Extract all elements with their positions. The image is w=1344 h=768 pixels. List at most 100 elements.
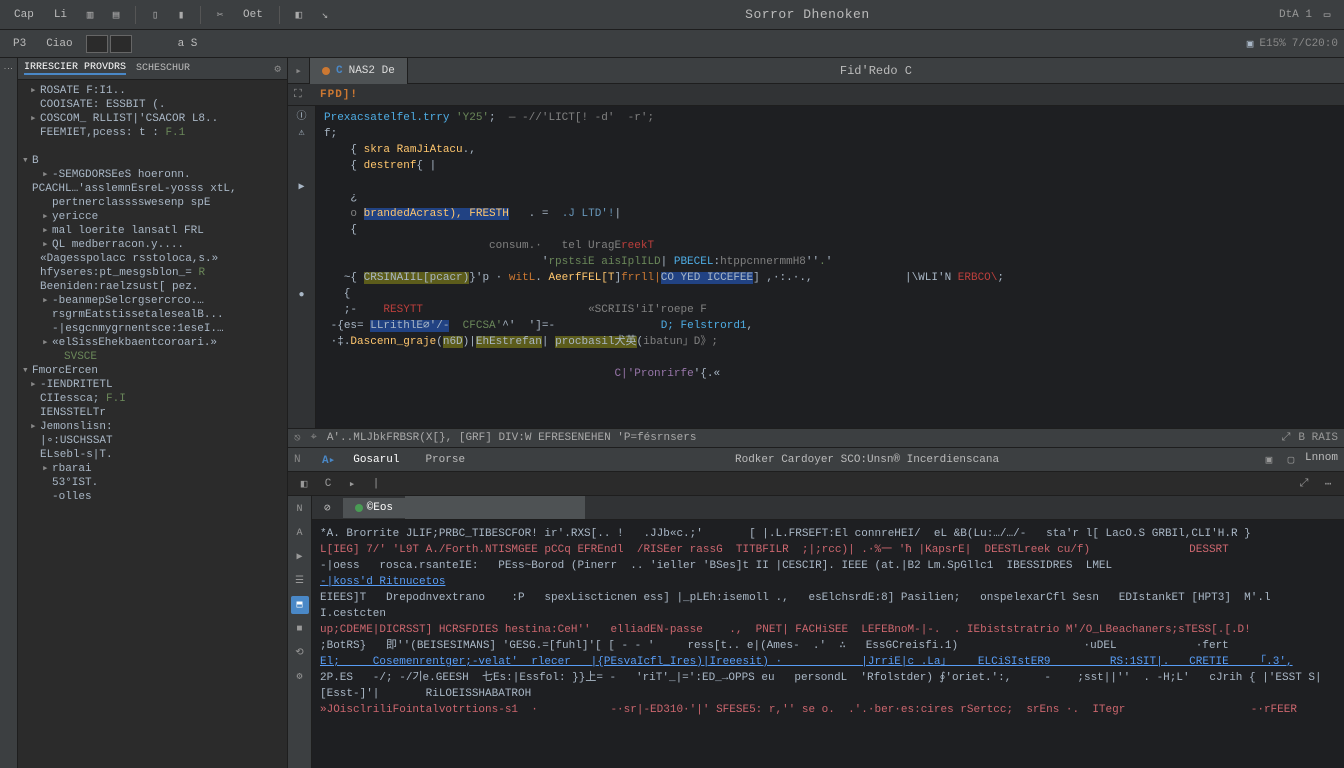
gutter-marker[interactable] — [295, 306, 309, 320]
tree-node[interactable]: ▸mal loerite lansatl FRL — [20, 224, 285, 238]
tree-node[interactable]: ▸QL medberracon.y.... — [20, 238, 285, 252]
gutter-marker[interactable] — [295, 234, 309, 248]
bp-handle-icon[interactable]: N — [294, 454, 312, 466]
tree-node[interactable]: |∘:USCHSSAT — [20, 434, 285, 448]
tree-node[interactable]: SVSCE — [20, 350, 285, 364]
toolbar-icon-c[interactable]: ▯ — [144, 4, 166, 26]
menu-item-oet[interactable]: Oet — [235, 6, 271, 24]
tree-node[interactable]: hfyseres:pt_mesgsblon_= R — [20, 266, 285, 280]
bottom-tab-process[interactable]: Prorse — [417, 452, 473, 468]
tree-node[interactable]: ELsebl-s|T. — [20, 448, 285, 462]
view-mode-a[interactable] — [86, 35, 108, 53]
sub-tab-handle[interactable]: ⊘ — [312, 497, 343, 519]
cut-icon[interactable]: ✂ — [209, 4, 231, 26]
toolbar-icon-b[interactable]: ▤ — [105, 4, 127, 26]
tree-node[interactable]: ▸«elSissEhekbaentcoroari.» — [20, 336, 285, 350]
tree-node[interactable]: COOISATE: ESSBIT (. — [20, 98, 285, 112]
gutter-marker[interactable] — [295, 378, 309, 392]
code-editor[interactable]: Prexacsatelfel.trry 'Y25'; — -//'LICT[! … — [316, 106, 1344, 428]
bp-settings-icon[interactable]: ▣ — [1261, 452, 1277, 468]
gear-icon[interactable]: ⚙ — [274, 62, 281, 76]
rail-button[interactable]: ■ — [291, 620, 309, 638]
tree-node[interactable] — [20, 140, 285, 154]
tree-node[interactable]: PCACHL…'asslemnEsreL-yosss xtL, — [20, 182, 285, 196]
tree-node[interactable]: ▸Jemonslisn: — [20, 420, 285, 434]
bp-tool-b[interactable]: C — [318, 474, 338, 494]
tree-node[interactable]: ▸yericce — [20, 210, 285, 224]
sub-tab-run[interactable]: ©Eos — [343, 498, 405, 518]
project-tab-a[interactable]: IRRESCIER PROVDRS — [24, 62, 126, 75]
tree-node[interactable]: ▸-IENDRITETL — [20, 378, 285, 392]
tree-node[interactable]: ▸COSCOM_ RLLIST|'CSACOR L8.. — [20, 112, 285, 126]
tree-node[interactable]: ▸rbarai — [20, 462, 285, 476]
gutter-marker[interactable] — [295, 162, 309, 176]
tree-node[interactable]: IENSSTELTr — [20, 406, 285, 420]
rail-button[interactable]: ⚙ — [291, 668, 309, 686]
gutter-marker[interactable] — [295, 360, 309, 374]
rail-button[interactable]: ⬒ — [291, 596, 309, 614]
tree-node[interactable]: «Dagesspolacc rsstoloca,s.» — [20, 252, 285, 266]
declaration-name[interactable]: FPD]! — [320, 89, 358, 101]
tree-node[interactable]: ▾FmorcErcen — [20, 364, 285, 378]
tree-node[interactable]: FEEMIET,pcess: t : F.1 — [20, 126, 285, 140]
toolbar-icon-d[interactable]: ▮ — [170, 4, 192, 26]
gutter-marker[interactable] — [295, 342, 309, 356]
bp-right-tab[interactable]: Lnnom — [1305, 452, 1338, 468]
nav-loc-icon[interactable]: ⌖ — [311, 432, 317, 444]
gutter-marker[interactable] — [295, 324, 309, 338]
rail-button[interactable]: ▶ — [291, 548, 309, 566]
gutter-marker[interactable] — [295, 270, 309, 284]
console-output[interactable]: *A. Brorrite JLIF;PRBC_TIBESCFOR! ir'.RX… — [312, 520, 1344, 768]
gutter-tab-project[interactable]: ⋮ — [4, 64, 14, 73]
gutter-marker[interactable] — [295, 252, 309, 266]
editor-tab-handle[interactable]: ▸ — [288, 58, 310, 84]
gutter-marker[interactable] — [295, 198, 309, 212]
gutter-marker[interactable]: ▶ — [295, 180, 309, 194]
editor-gutter[interactable]: Ⓘ ⚠ ▶ ● — [288, 106, 316, 428]
tree-node[interactable]: -|esgcnmygrnentsce:1eseI.… — [20, 322, 285, 336]
close-icon[interactable]: ⊘ — [324, 501, 331, 515]
rail-button[interactable]: A — [291, 524, 309, 542]
gutter-marker[interactable] — [295, 216, 309, 230]
bottom-tab-console[interactable]: Gosarul — [345, 452, 407, 468]
view-mode-b[interactable] — [110, 35, 132, 53]
toolbar-icon-f[interactable]: ↘ — [314, 4, 336, 26]
editor-file-tab[interactable]: C NAS2 De — [310, 58, 408, 84]
bp-expand-icon[interactable]: ⤢ — [1294, 474, 1314, 494]
rail-button[interactable]: ☰ — [291, 572, 309, 590]
pkg-button[interactable]: P3 — [6, 35, 33, 53]
tree-node[interactable]: ▸ROSATE F:I1.. — [20, 84, 285, 98]
nav-back-icon[interactable]: ⎋ — [294, 431, 301, 445]
gutter-marker[interactable] — [295, 144, 309, 158]
structure-icon[interactable]: ⛶ — [294, 89, 316, 101]
tree-node[interactable]: 53°IST. — [20, 476, 285, 490]
bp-minimize-icon[interactable]: ▢ — [1283, 452, 1299, 468]
class-button[interactable]: Ciao — [39, 35, 79, 53]
rail-button[interactable]: N — [291, 500, 309, 518]
menu-item-cap[interactable]: Cap — [6, 6, 42, 24]
pin-icon[interactable]: ⤢ — [1282, 432, 1291, 444]
toolbar-icon-e[interactable]: ◧ — [288, 4, 310, 26]
bp-more-icon[interactable]: ⋯ — [1318, 474, 1338, 494]
gutter-marker[interactable]: ● — [295, 288, 309, 302]
menu-item-li[interactable]: Li — [46, 6, 75, 24]
layout-icon[interactable]: ▣ — [1247, 37, 1254, 51]
rail-button[interactable]: ⟲ — [291, 644, 309, 662]
bp-tool-a[interactable]: ◧ — [294, 474, 314, 494]
tree-node[interactable]: ▸-SEMGDORSEeS hoeronn. — [20, 168, 285, 182]
gutter-marker[interactable]: Ⓘ — [295, 108, 309, 122]
project-tree[interactable]: ▸ROSATE F:I1.. COOISATE: ESSBIT (.▸COSCO… — [18, 80, 287, 768]
bp-run-icon[interactable]: A▸ — [322, 453, 335, 467]
window-control-icon[interactable]: ▭ — [1316, 4, 1338, 26]
tree-node[interactable]: CIIessca; F.I — [20, 392, 285, 406]
bp-tool-c[interactable]: ▸ — [342, 474, 362, 494]
tree-node[interactable]: ▾B — [20, 154, 285, 168]
tree-node[interactable]: ▸-beanmepSelcrgsercrco.… — [20, 294, 285, 308]
tree-node[interactable]: rsgrmEatstissetalesealB... — [20, 308, 285, 322]
tree-node[interactable]: -olles — [20, 490, 285, 504]
tree-node[interactable]: Beeniden:raelzsust[ pez. — [20, 280, 285, 294]
bp-tool-d[interactable]: | — [366, 474, 386, 494]
gutter-marker[interactable]: ⚠ — [295, 126, 309, 140]
project-tab-b[interactable]: SCHESCHUR — [136, 63, 190, 74]
status-breadcrumb[interactable]: A'..MLJbkFRBSR(X[}, [GRF] DIV:W EFRESENE… — [327, 432, 1272, 444]
